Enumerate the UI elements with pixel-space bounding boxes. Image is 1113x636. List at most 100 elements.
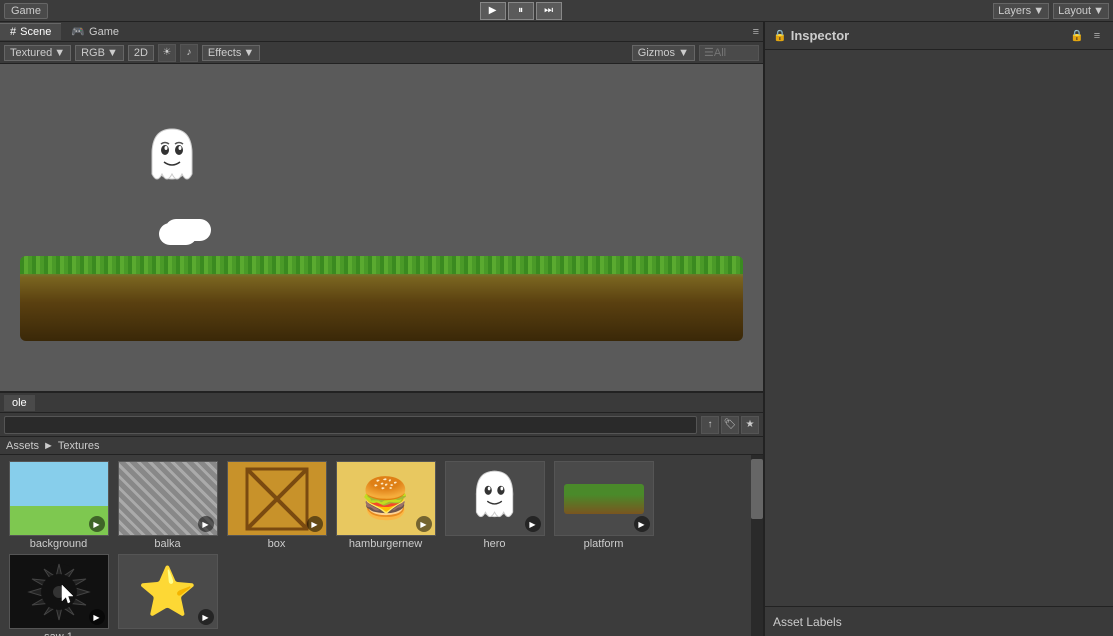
top-bar: Game ▶ ⏸ ⏭ Layers ▼ Layout ▼ [0, 0, 1113, 22]
inspector-lock-button[interactable]: 🔒 [1069, 28, 1085, 44]
layout-label: Layout [1058, 5, 1091, 17]
bottom-toolbar-icons: ↑ 🏷 ★ [701, 416, 759, 434]
play-overlay[interactable]: ▶ [307, 516, 323, 532]
inspector-panel: 🔒 Inspector 🔒 ≡ Asset Labels [763, 22, 1113, 636]
asset-label-background: background [30, 538, 88, 550]
scene-tab[interactable]: # Scene [0, 23, 61, 40]
play-overlay[interactable]: ▶ [89, 609, 105, 625]
asset-thumb-balka: ▶ [118, 461, 218, 536]
sun-icon[interactable]: ☀ [158, 44, 176, 62]
layers-label: Layers [998, 5, 1031, 17]
scene-tab-label: Scene [20, 26, 51, 38]
game-tab[interactable]: 🎮 Game [61, 23, 129, 40]
viewport-background [0, 64, 763, 391]
inspector-header-icons: 🔒 ≡ [1069, 28, 1105, 44]
saw-svg [24, 557, 94, 627]
tab-overflow[interactable]: ≡ [749, 26, 763, 38]
asset-thumb-hero: ▶ [445, 461, 545, 536]
ghost-svg [145, 124, 200, 194]
asset-thumb-platform: ▶ [554, 461, 654, 536]
play-overlay[interactable]: ▶ [525, 516, 541, 532]
list-item[interactable]: ▶ saw 1 [6, 554, 111, 636]
layout-dropdown[interactable]: Layout ▼ [1053, 3, 1109, 19]
gizmos-dropdown[interactable]: Gizmos ▼ [632, 45, 695, 61]
inspector-body [765, 50, 1113, 606]
platform-object [20, 256, 743, 341]
list-item[interactable]: ▶ hero [442, 461, 547, 550]
tag-icon[interactable]: 🏷 [721, 416, 739, 434]
effects-label: Effects [208, 47, 241, 59]
breadcrumb-assets[interactable]: Assets [6, 440, 39, 452]
asset-thumb-saw: ▶ [9, 554, 109, 629]
step-button[interactable]: ⏭ [536, 2, 562, 20]
search-all-input[interactable] [699, 45, 759, 61]
play-overlay[interactable]: ▶ [416, 516, 432, 532]
breadcrumb-separator: ► [43, 440, 54, 452]
layout-chevron: ▼ [1093, 5, 1104, 17]
list-item[interactable]: 🍔 ▶ hamburgernew [333, 461, 438, 550]
main-layout: # Scene 🎮 Game ≡ Textured ▼ RGB ▼ 2D [0, 22, 1113, 636]
inspector-menu-button[interactable]: ≡ [1089, 28, 1105, 44]
scrollbar-thumb [751, 459, 763, 519]
bottom-search-bar: ↑ 🏷 ★ [0, 413, 763, 437]
play-controls: ▶ ⏸ ⏭ [480, 2, 562, 20]
platform-visual [20, 256, 743, 341]
scene-toolbar: Textured ▼ RGB ▼ 2D ☀ ♪ Effects ▼ Giz [0, 42, 763, 64]
bottom-panel: ole ↑ 🏷 ★ Assets ► Textures [0, 391, 763, 636]
hero-svg [470, 466, 520, 531]
view-2d-button[interactable]: 2D [128, 45, 154, 61]
play-overlay[interactable]: ▶ [634, 516, 650, 532]
textured-chevron: ▼ [54, 47, 65, 59]
game-controller-icon: 🎮 [71, 25, 85, 38]
bottom-tabs: ole [0, 393, 763, 413]
textured-label: Textured [10, 47, 52, 59]
cloud-object [165, 219, 205, 244]
effects-dropdown[interactable]: Effects ▼ [202, 45, 260, 61]
effects-chevron: ▼ [243, 47, 254, 59]
asset-label-hero: hero [483, 538, 505, 550]
cloud-visual [165, 219, 203, 241]
asset-label-balka: balka [154, 538, 180, 550]
platform-thumb-visual [564, 484, 644, 514]
list-item[interactable]: ▶ background [6, 461, 111, 550]
game-label[interactable]: Game [4, 3, 48, 19]
list-item[interactable]: ▶ balka [115, 461, 220, 550]
audio-icon[interactable]: ♪ [180, 44, 198, 62]
play-overlay[interactable]: ▶ [89, 516, 105, 532]
inspector-header: 🔒 Inspector 🔒 ≡ [765, 22, 1113, 50]
textured-dropdown[interactable]: Textured ▼ [4, 45, 71, 61]
upload-icon[interactable]: ↑ [701, 416, 719, 434]
star-icon[interactable]: ★ [741, 416, 759, 434]
rgb-chevron: ▼ [107, 47, 118, 59]
viewport[interactable] [0, 64, 763, 391]
breadcrumb-textures[interactable]: Textures [58, 440, 100, 452]
ghost-character [145, 124, 200, 194]
bottom-tab-console[interactable]: ole [4, 395, 35, 411]
asset-label-saw: saw 1 [44, 631, 73, 636]
asset-thumb-burger: 🍔 ▶ [336, 461, 436, 536]
list-item[interactable]: ▶ platform [551, 461, 656, 550]
asset-label-box: box [268, 538, 286, 550]
list-item[interactable]: ⭐ ▶ [115, 554, 220, 636]
play-overlay[interactable]: ▶ [198, 609, 214, 625]
inspector-title: Inspector [791, 28, 1065, 43]
pause-button[interactable]: ⏸ [508, 2, 534, 20]
asset-scrollbar[interactable] [751, 455, 763, 636]
asset-search-input[interactable] [4, 416, 697, 434]
scene-tabs: # Scene 🎮 Game ≡ [0, 22, 763, 42]
scene-grid-icon: # [10, 26, 16, 38]
play-overlay[interactable]: ▶ [198, 516, 214, 532]
layers-chevron: ▼ [1033, 5, 1044, 17]
play-button[interactable]: ▶ [480, 2, 506, 20]
layers-dropdown[interactable]: Layers ▼ [993, 3, 1049, 19]
asset-label-platform: platform [584, 538, 624, 550]
asset-labels-title: Asset Labels [773, 615, 842, 629]
box-svg [242, 464, 312, 534]
bottom-tab-label: ole [12, 397, 27, 409]
asset-thumb-star: ⭐ ▶ [118, 554, 218, 629]
list-item[interactable]: ▶ box [224, 461, 329, 550]
asset-labels-footer: Asset Labels [765, 606, 1113, 636]
asset-grid: ▶ background ▶ balka [0, 455, 751, 636]
rgb-dropdown[interactable]: RGB ▼ [75, 45, 124, 61]
breadcrumb: Assets ► Textures [0, 437, 763, 455]
